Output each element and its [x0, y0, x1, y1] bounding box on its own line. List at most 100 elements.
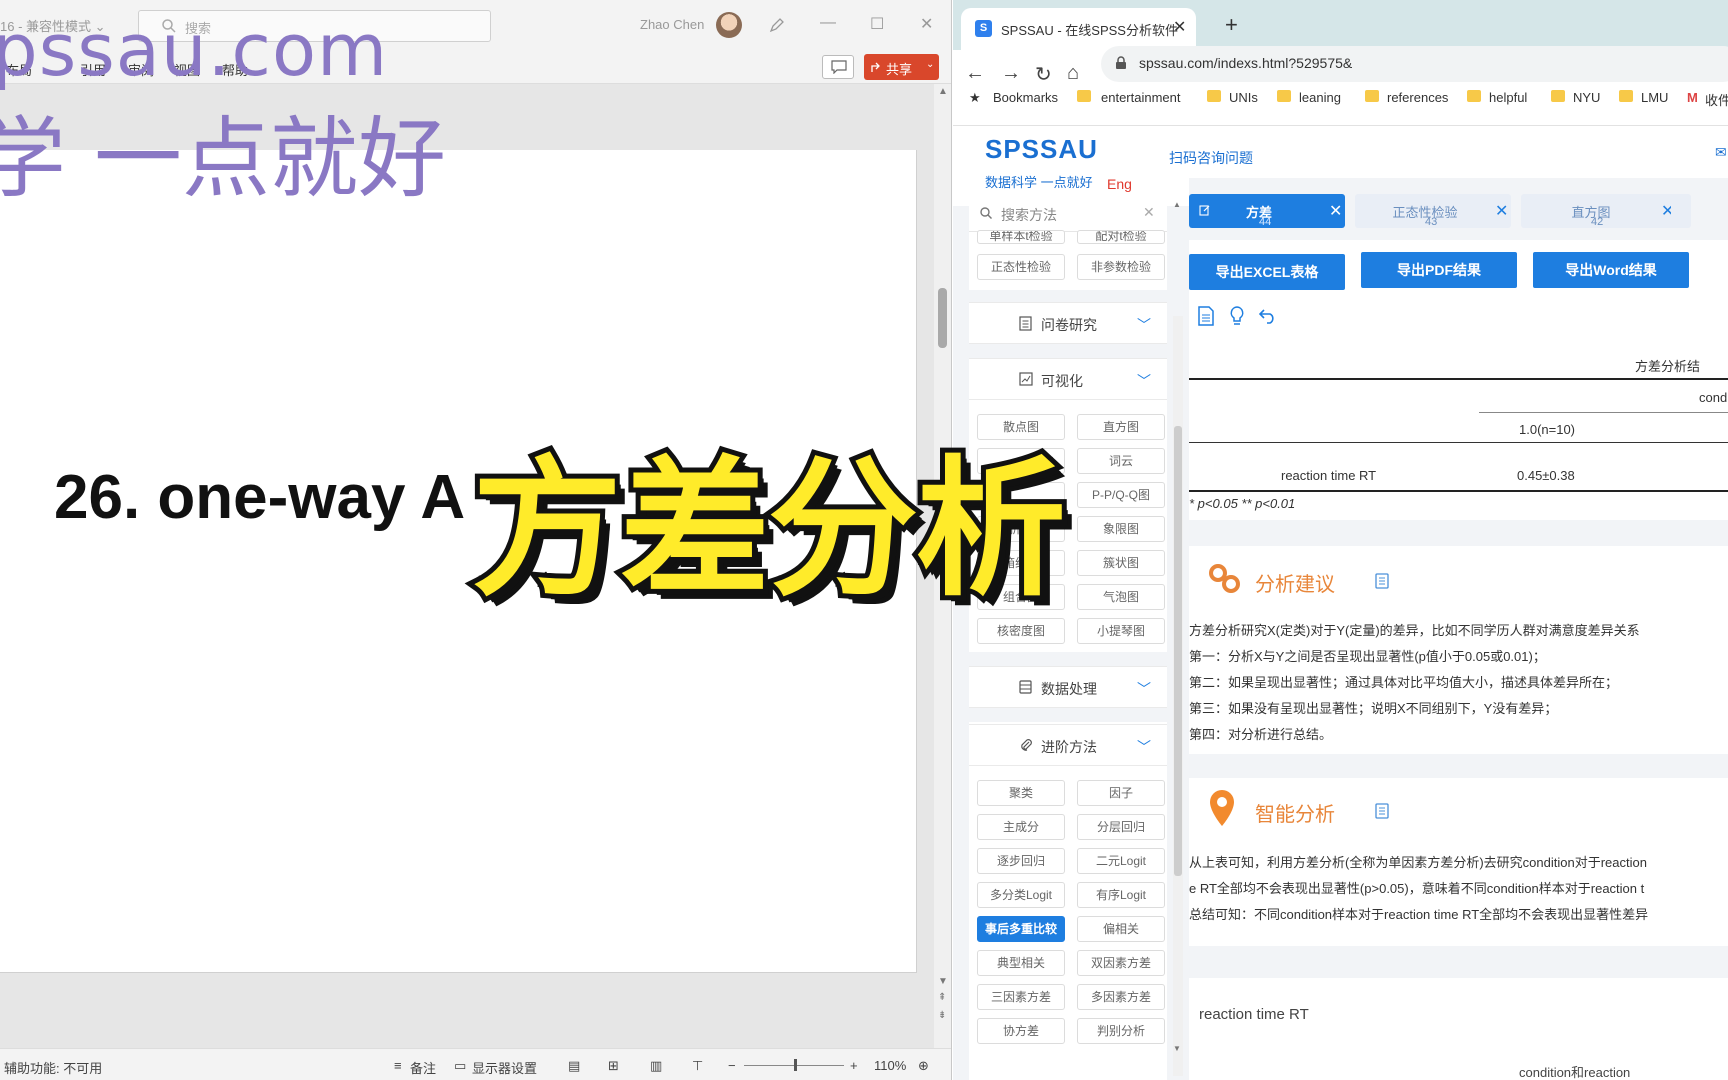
btn-ancova[interactable]: 协方差 [977, 1018, 1065, 1044]
btn-three-way-anova[interactable]: 三因素方差 [977, 984, 1065, 1010]
zoom-out-icon[interactable]: − [728, 1058, 736, 1073]
minimize-button[interactable]: — [820, 14, 836, 32]
bookmark-bookmarks[interactable]: Bookmarks [993, 90, 1058, 105]
undo-icon[interactable] [1259, 306, 1277, 324]
bookmark-references[interactable]: references [1387, 90, 1448, 105]
btn-ordinal-logit[interactable]: 有序Logit [1077, 882, 1165, 908]
bookmark-lmu[interactable]: LMU [1641, 90, 1668, 105]
display-settings-button[interactable]: 显示器设置 [472, 1058, 537, 1077]
display-settings-icon[interactable]: ▭ [454, 1058, 466, 1074]
close-icon[interactable]: ✕ [1495, 201, 1508, 221]
bookmark-helpful[interactable]: helpful [1489, 90, 1527, 105]
english-link[interactable]: Eng [1107, 176, 1132, 192]
scroll-up-icon[interactable]: ▲ [938, 86, 948, 97]
btn-wordcloud[interactable]: 词云 [1077, 448, 1165, 474]
notes-button[interactable]: 备注 [410, 1058, 436, 1077]
btn-one-sample-t[interactable]: 单样本t检验 [977, 230, 1065, 244]
btn-cluster-bar[interactable]: 簇状图 [1077, 550, 1165, 576]
back-icon[interactable]: ← [965, 62, 985, 85]
btn-partial-corr[interactable]: 偏相关 [1077, 916, 1165, 942]
btn-discriminant[interactable]: 判别分析 [1077, 1018, 1165, 1044]
zoom-level[interactable]: 110% [874, 1058, 906, 1073]
section-data-processing[interactable]: 数据处理 ﹀ [969, 666, 1167, 708]
new-tab-button[interactable]: + [1225, 12, 1238, 38]
bookmark-unis[interactable]: UNIs [1229, 90, 1258, 105]
btn-violin[interactable]: 小提琴图 [1077, 618, 1165, 644]
section-questionnaire[interactable]: 问卷研究 ﹀ [969, 302, 1167, 344]
result-tab-normality[interactable]: 正态性检验 43 ✕ [1355, 194, 1511, 228]
read-mode-icon[interactable]: ▥ [650, 1058, 662, 1074]
address-bar[interactable]: spssau.com/indexs.html?529575& [1101, 46, 1728, 82]
table-bottom-rule [1189, 490, 1728, 492]
notes-icon[interactable]: ≡ [394, 1058, 402, 1073]
close-icon[interactable]: ✕ [1329, 201, 1342, 221]
focus-icon[interactable]: ⊤ [692, 1058, 703, 1074]
export-word-button[interactable]: 导出Word结果 [1533, 252, 1689, 288]
result-tab-histogram[interactable]: 直方图 42 ✕ [1521, 194, 1677, 228]
section-visualization[interactable]: 可视化 ﹀ [969, 358, 1167, 400]
comments-button[interactable] [822, 55, 854, 79]
btn-binary-logit[interactable]: 二元Logit [1077, 848, 1165, 874]
close-button[interactable]: ✕ [920, 14, 933, 34]
btn-posthoc[interactable]: 事后多重比较 [977, 916, 1065, 942]
bookmark-leaning[interactable]: leaning [1299, 90, 1341, 105]
result-tab-more[interactable] [1671, 194, 1691, 228]
web-layout-icon[interactable]: ⊞ [608, 1058, 619, 1074]
forward-icon[interactable]: → [1001, 62, 1021, 85]
btn-hier-reg[interactable]: 分层回归 [1077, 814, 1165, 840]
btn-pca[interactable]: 主成分 [977, 814, 1065, 840]
btn-canonical[interactable]: 典型相关 [977, 950, 1065, 976]
share-button[interactable]: 共享 ⌄ [864, 54, 939, 80]
scan-consult-link[interactable]: 扫码咨询问题 [1169, 148, 1253, 168]
zoom-in-icon[interactable]: + [850, 1058, 858, 1073]
browser-tab-active[interactable]: S SPSSAU - 在线SPSS分析软件 ✕ [961, 8, 1196, 50]
btn-ppqq[interactable]: P-P/Q-Q图 [1077, 482, 1165, 508]
home-icon[interactable]: ⌂ [1067, 62, 1079, 85]
btn-multinomial-logit[interactable]: 多分类Logit [977, 882, 1065, 908]
next-page-icon[interactable]: ⇟ [938, 1010, 946, 1021]
btn-nonparam[interactable]: 非参数检验 [1077, 254, 1165, 280]
mail-icon[interactable]: ✉ [1715, 144, 1727, 161]
prev-page-icon[interactable]: ⇞ [938, 992, 946, 1003]
btn-quadrant[interactable]: 象限图 [1077, 516, 1165, 542]
sidebar-scrollbar-thumb[interactable] [1174, 426, 1182, 876]
bookmark-entertainment[interactable]: entertainment [1101, 90, 1181, 105]
btn-bubble[interactable]: 气泡图 [1077, 584, 1165, 610]
btn-multi-anova[interactable]: 多因素方差 [1077, 984, 1165, 1010]
btn-normality[interactable]: 正态性检验 [977, 254, 1065, 280]
scrollbar-thumb[interactable] [938, 288, 947, 348]
fit-icon[interactable]: ⊕ [918, 1058, 929, 1074]
accessibility-status[interactable]: 辅助功能: 不可用 [4, 1058, 102, 1077]
lightbulb-icon[interactable] [1229, 306, 1245, 326]
scroll-down-icon[interactable]: ▼ [938, 976, 948, 987]
btn-stepwise[interactable]: 逐步回归 [977, 848, 1065, 874]
scroll-down-icon[interactable]: ▼ [1173, 1044, 1181, 1053]
zoom-slider-handle[interactable] [794, 1059, 797, 1071]
result-tab-anova[interactable]: 方差 44 ✕ [1189, 194, 1345, 228]
clear-icon[interactable]: ✕ [1143, 204, 1155, 221]
scroll-up-icon[interactable]: ▲ [1173, 200, 1181, 209]
spssau-logo[interactable]: SPSSAU [985, 134, 1098, 165]
method-search[interactable]: 搜索方法 ✕ [969, 194, 1167, 232]
folder-icon [1277, 90, 1291, 102]
btn-paired-t[interactable]: 配对t检验 [1077, 230, 1165, 244]
section-advanced[interactable]: 进阶方法 ﹀ [969, 724, 1167, 766]
close-icon[interactable]: ✕ [1173, 17, 1186, 37]
pen-icon[interactable] [768, 16, 786, 34]
export-pdf-button[interactable]: 导出PDF结果 [1361, 252, 1517, 288]
avatar[interactable] [716, 12, 742, 38]
maximize-button[interactable]: ☐ [870, 14, 884, 34]
btn-two-way-anova[interactable]: 双因素方差 [1077, 950, 1165, 976]
export-excel-button[interactable]: 导出EXCEL表格 [1189, 254, 1345, 290]
bookmarks-star-icon[interactable]: ★ [969, 90, 981, 106]
copy-icon[interactable] [1375, 573, 1389, 589]
bookmark-nyu[interactable]: NYU [1573, 90, 1600, 105]
bookmark-inbox[interactable]: 收件 [1705, 90, 1728, 109]
btn-cluster[interactable]: 聚类 [977, 780, 1065, 806]
print-layout-icon[interactable]: ▤ [568, 1058, 580, 1074]
copy-icon[interactable] [1375, 803, 1389, 819]
btn-factor[interactable]: 因子 [1077, 780, 1165, 806]
reload-icon[interactable]: ↻ [1035, 62, 1052, 87]
document-icon[interactable] [1197, 306, 1215, 326]
btn-histogram[interactable]: 直方图 [1077, 414, 1165, 440]
